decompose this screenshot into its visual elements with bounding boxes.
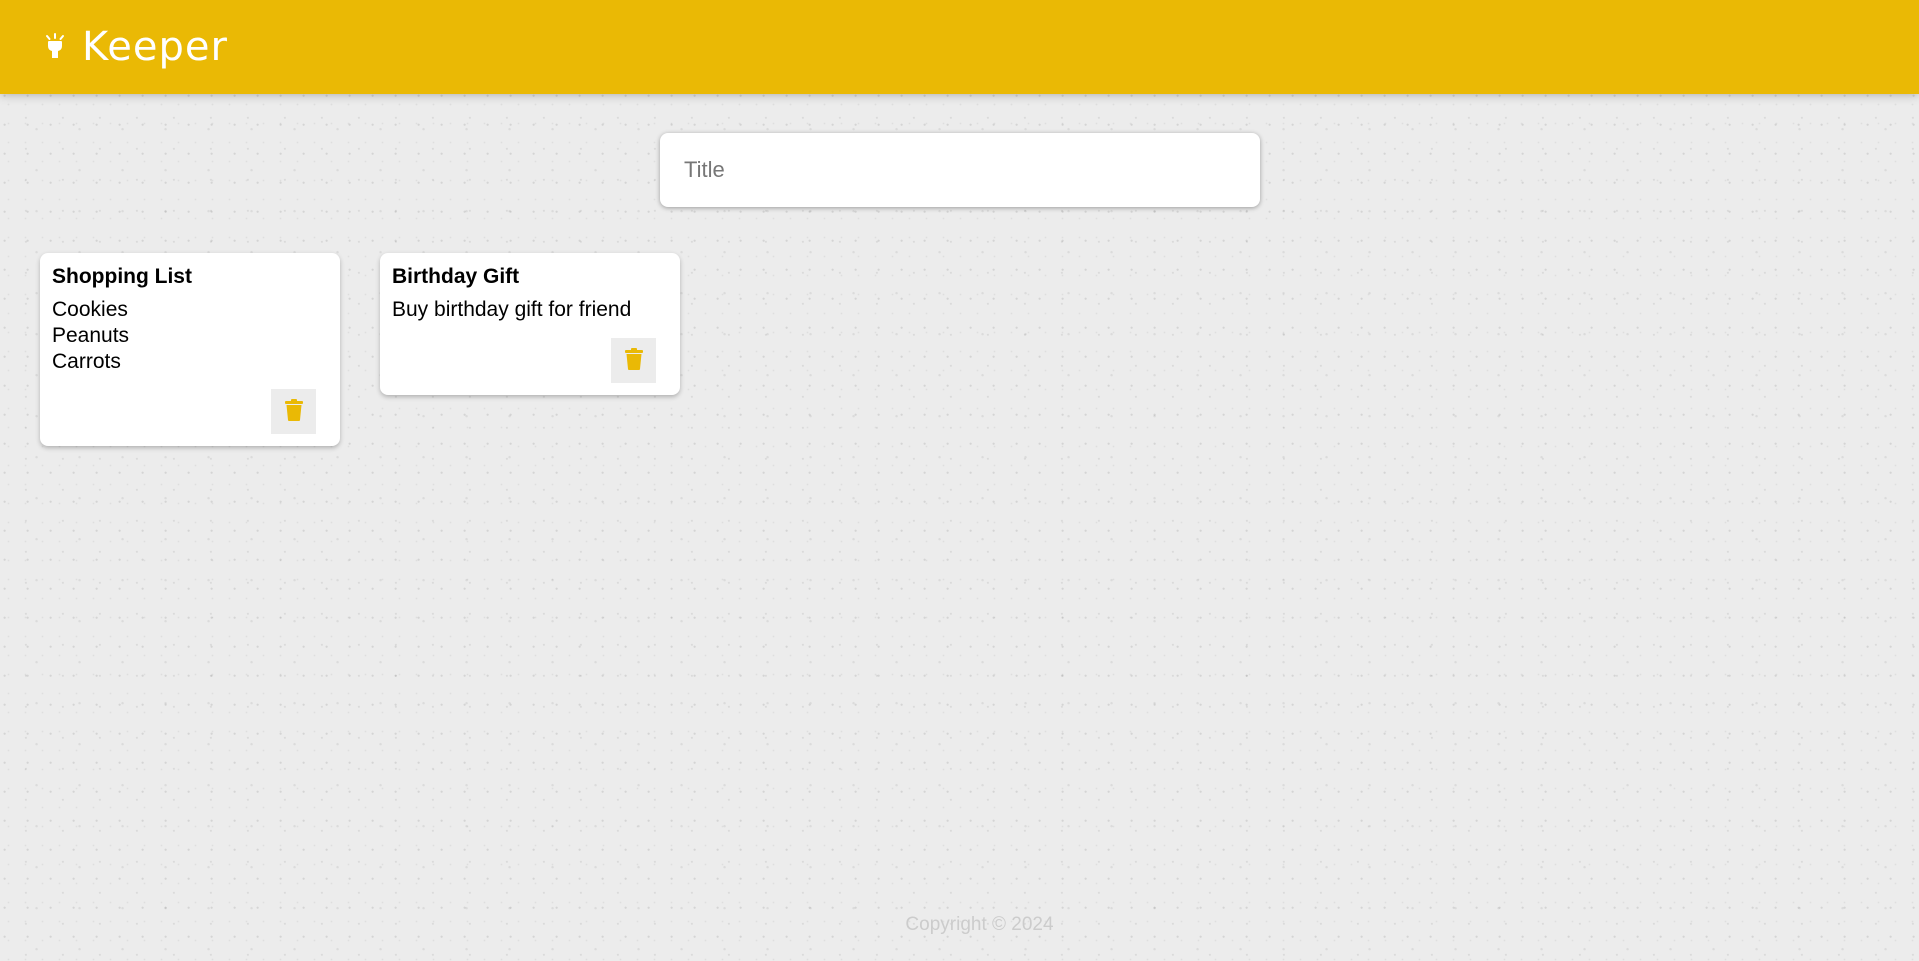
note-card: Shopping List Cookies Peanuts Carrots [40, 253, 340, 446]
app-title: Keeper [82, 24, 228, 70]
delete-note-button[interactable] [611, 338, 656, 383]
copyright-text: Copyright © 2024 [905, 914, 1054, 935]
note-content: Cookies Peanuts Carrots [52, 298, 130, 373]
app-header: Keeper [0, 0, 1919, 94]
lightbulb-icon [42, 32, 68, 62]
note-title-input[interactable] [660, 133, 1260, 207]
note-title: Birthday Gift [392, 265, 520, 288]
create-note-form [660, 133, 1260, 207]
trash-icon [284, 399, 303, 424]
note-content: Buy birthday gift for friend [392, 298, 632, 321]
note-title: Shopping List [52, 265, 192, 288]
note-card: Birthday Gift Buy birthday gift for frie… [380, 253, 680, 395]
delete-note-button[interactable] [271, 389, 316, 434]
footer: Copyright © 2024 [0, 914, 1919, 936]
trash-icon [624, 348, 643, 373]
